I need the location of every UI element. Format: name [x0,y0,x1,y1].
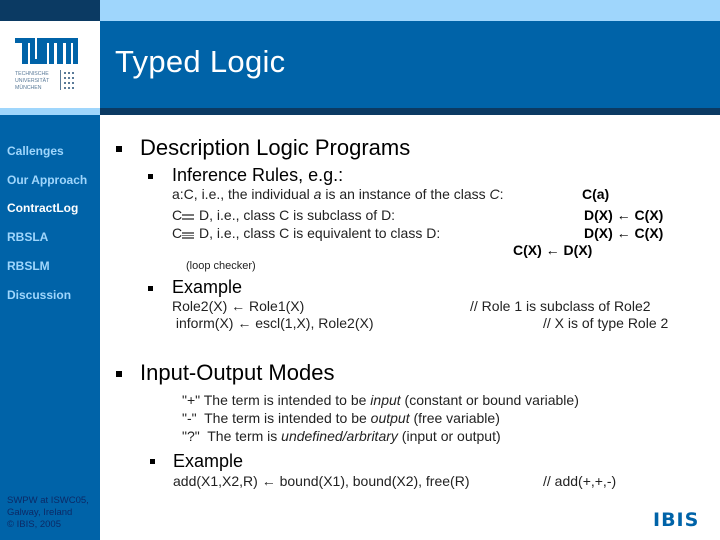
io-example-code: add(X1,X2,R) ← bound(X1), bound(X2), fre… [173,473,470,489]
svg-text:MÜNCHEN: MÜNCHEN [15,84,42,91]
bullet [148,286,153,291]
header-top-right-strip [100,0,720,21]
bullet [148,174,153,179]
loop-checker-note: (loop checker) [186,260,256,272]
svg-text:TECHNISCHE: TECHNISCHE [15,71,49,77]
section-heading-dlp: Description Logic Programs [140,135,411,160]
subheading-example: Example [172,277,243,297]
svg-text:UNIVERSITÄT: UNIVERSITÄT [15,77,50,84]
example-code-2: inform(X) ← escl(1,X), Role2(X) [172,315,374,331]
sidebar-item-our-approach[interactable]: Our Approach [7,173,87,187]
io-example-comment: // add(+,+,-) [543,473,617,489]
example-code-1: Role2(X) ← Role1(X) [172,298,305,314]
header-bottom-left-strip [0,108,100,115]
sidebar-item-rbsla[interactable]: RBSLA [7,230,48,244]
inference-line-1: a:C, i.e., the individual a is an instan… [172,186,504,202]
rule-c-a: C(a) [582,186,610,202]
header-top-left-strip [0,0,100,21]
rule-equiv-2: C(X) ← D(X) [513,242,593,258]
bullet [116,146,122,152]
footer-line: SWPW at ISWC05, [7,495,89,506]
footer-line: © IBIS, 2005 [7,519,62,530]
example-comment-2: // X is of type Role 2 [543,315,669,331]
inference-line-3: C D, i.e., class C is equivalent to clas… [172,225,441,241]
io-mode-undefined: "?" The term is undefined/arbritary (inp… [182,428,501,444]
example-comment-1: // Role 1 is subclass of Role2 [470,298,651,314]
sidebar-item-discussion[interactable]: Discussion [7,288,71,302]
footer-credits: SWPW at ISWC05, Galway, Ireland © IBIS, … [7,495,89,531]
tum-logo: TECHNISCHE UNIVERSITÄT MÜNCHEN [15,38,78,91]
sidebar-item-challenges[interactable]: Callenges [7,144,64,158]
footer-line: Galway, Ireland [7,507,73,518]
ibis-logo: IBIS [653,509,700,531]
header-bottom-right-strip [100,108,720,115]
tum-logo-mark [15,38,78,64]
subheading-io-example: Example [173,451,244,471]
bullet [116,371,122,377]
rule-subclass: D(X) ← C(X) [584,207,664,223]
page-title: Typed Logic [115,44,286,79]
tum-logo-text: TECHNISCHE UNIVERSITÄT MÜNCHEN [15,71,50,91]
bullet [150,459,155,464]
rule-equiv-1: D(X) ← C(X) [584,225,664,241]
io-mode-input: "+" The term is intended to be input (co… [182,392,579,408]
subheading-inference-rules: Inference Rules, e.g.: [172,165,344,185]
io-mode-output: "-" The term is intended to be output (f… [182,410,500,426]
equivalence-symbol-icon [182,228,195,239]
section-heading-io: Input-Output Modes [140,360,335,385]
subclass-symbol-icon [182,210,195,220]
inference-line-2: C D, i.e., class C is subclass of D: [172,207,396,223]
sidebar-item-contractlog[interactable]: ContractLog [7,201,78,215]
sidebar-item-rbslm[interactable]: RBSLM [7,259,50,273]
tum-logo-pattern [60,70,74,90]
